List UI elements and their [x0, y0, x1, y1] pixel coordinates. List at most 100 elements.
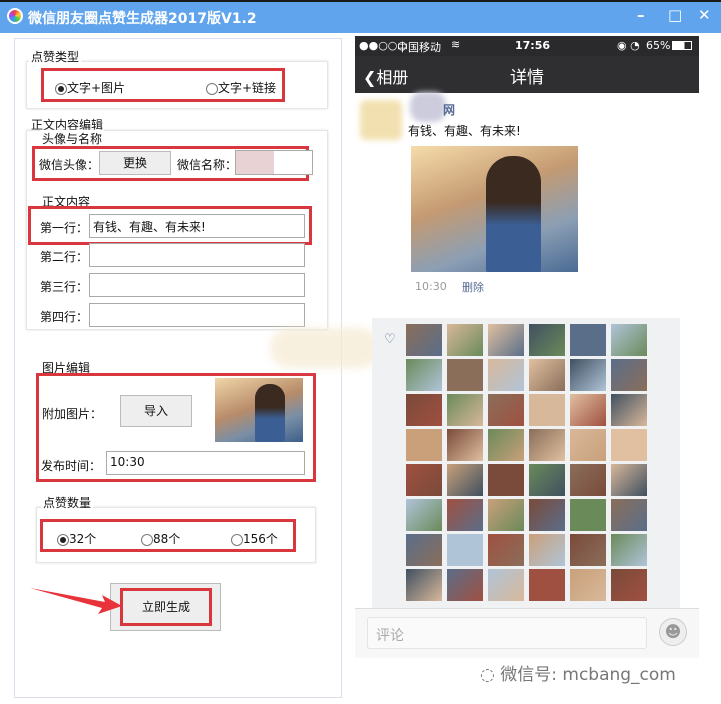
name-input[interactable] [235, 150, 313, 175]
row4-input[interactable] [89, 303, 305, 327]
radio-icon[interactable] [206, 82, 218, 95]
post-time: 10:30 [415, 280, 447, 293]
liker-avatar[interactable] [488, 534, 524, 566]
radio-icon[interactable] [141, 533, 153, 546]
radio-88[interactable]: 88个 [141, 530, 180, 547]
liker-avatar[interactable] [406, 394, 442, 426]
liker-avatar[interactable] [447, 534, 483, 566]
liker-avatar[interactable] [406, 429, 442, 461]
likes-area: ♡ [372, 318, 680, 608]
liker-avatar[interactable] [570, 534, 606, 566]
liker-avatar[interactable] [529, 324, 565, 356]
liker-avatar[interactable] [488, 464, 524, 496]
like-count-label: 点赞数量 [41, 494, 94, 511]
liker-avatar[interactable] [570, 324, 606, 356]
row3-input[interactable] [89, 273, 305, 297]
liker-avatar[interactable] [611, 359, 647, 391]
liker-avatar[interactable] [529, 499, 565, 531]
back-button[interactable]: ❮相册 [363, 64, 408, 88]
liker-avatar[interactable] [488, 324, 524, 356]
time-label: 发布时间： [41, 459, 102, 473]
liker-avatar[interactable] [529, 534, 565, 566]
liker-avatar[interactable] [488, 499, 524, 531]
liker-avatar[interactable] [406, 464, 442, 496]
liker-avatar[interactable] [406, 499, 442, 531]
time-input[interactable]: 10:30 [106, 451, 305, 475]
row2-input[interactable] [89, 243, 305, 267]
radio-icon[interactable] [231, 533, 243, 546]
delete-link[interactable]: 删除 [462, 279, 484, 295]
avatar-label: 微信头像： [39, 158, 100, 172]
liker-avatar[interactable] [611, 429, 647, 461]
liker-avatar[interactable] [570, 394, 606, 426]
poster-name[interactable]: 网 [443, 101, 455, 118]
liker-avatar[interactable] [447, 359, 483, 391]
nav-title: 详情 [510, 68, 544, 88]
window-title: 微信朋友圈点赞生成器2017版V1.2 [28, 11, 257, 27]
liker-avatar[interactable] [570, 499, 606, 531]
liker-avatar[interactable] [406, 324, 442, 356]
liker-avatar[interactable] [570, 464, 606, 496]
liker-avatar[interactable] [406, 534, 442, 566]
change-avatar-button[interactable]: 更换 [99, 151, 171, 175]
radio-icon[interactable] [55, 82, 67, 95]
name-label: 微信名称： [177, 158, 238, 172]
heart-icon: ♡ [384, 332, 396, 347]
liker-avatar[interactable] [529, 464, 565, 496]
post-text: 有钱、有趣、有未来! [408, 124, 521, 138]
app-icon [7, 8, 23, 24]
liker-avatar[interactable] [611, 569, 647, 601]
liker-avatar[interactable] [570, 429, 606, 461]
comment-bar: 评论 ☻ [355, 608, 699, 658]
name-blur [410, 92, 446, 122]
liker-avatar[interactable] [447, 394, 483, 426]
liker-avatar[interactable] [529, 429, 565, 461]
liker-avatar-grid [406, 324, 676, 608]
row3-label: 第三行： [40, 280, 89, 294]
emoji-icon[interactable]: ☻ [659, 618, 687, 646]
liker-avatar[interactable] [611, 394, 647, 426]
poster-avatar[interactable] [360, 100, 402, 140]
radio-text-link[interactable]: 文字+链接 [206, 79, 276, 96]
liker-avatar[interactable] [529, 394, 565, 426]
phone-nav-bar: ❮相册 详情 [355, 56, 699, 93]
maximize-button[interactable]: □ [668, 6, 682, 24]
liker-avatar[interactable] [447, 324, 483, 356]
liker-avatar[interactable] [447, 499, 483, 531]
import-button[interactable]: 导入 [120, 395, 192, 427]
liker-avatar[interactable] [611, 534, 647, 566]
carrier: 中国移动 [397, 41, 441, 54]
liker-avatar[interactable] [570, 569, 606, 601]
liker-avatar[interactable] [611, 499, 647, 531]
liker-avatar[interactable] [570, 359, 606, 391]
liker-avatar[interactable] [488, 429, 524, 461]
attach-label: 附加图片： [42, 407, 103, 421]
liker-avatar[interactable] [529, 359, 565, 391]
row1-input[interactable]: 有钱、有趣、有未来! [89, 214, 305, 238]
radio-text-image[interactable]: 文字+图片 [55, 79, 125, 96]
generate-button[interactable]: 立即生成 [120, 588, 212, 626]
liker-avatar[interactable] [529, 569, 565, 601]
wifi-icon: ≋ [451, 38, 461, 51]
watermark-blur [270, 328, 380, 368]
liker-avatar[interactable] [488, 359, 524, 391]
liker-avatar[interactable] [406, 569, 442, 601]
comment-input[interactable]: 评论 [367, 617, 647, 649]
battery-icon [672, 41, 692, 50]
liker-avatar[interactable] [447, 464, 483, 496]
liker-avatar[interactable] [447, 569, 483, 601]
liker-avatar[interactable] [406, 359, 442, 391]
liker-avatar[interactable] [488, 569, 524, 601]
radio-32[interactable]: 32个 [57, 530, 96, 547]
radio-icon[interactable] [57, 533, 69, 546]
liker-avatar[interactable] [611, 324, 647, 356]
minimize-button[interactable]: – [637, 6, 645, 24]
liker-avatar[interactable] [611, 464, 647, 496]
attached-image-thumbnail [215, 378, 303, 442]
liker-avatar[interactable] [447, 429, 483, 461]
close-button[interactable]: ✕ [698, 6, 711, 24]
radio-156[interactable]: 156个 [231, 530, 278, 547]
status-time: 17:56 [515, 39, 551, 52]
liker-avatar[interactable] [488, 394, 524, 426]
post-image[interactable] [411, 146, 578, 272]
